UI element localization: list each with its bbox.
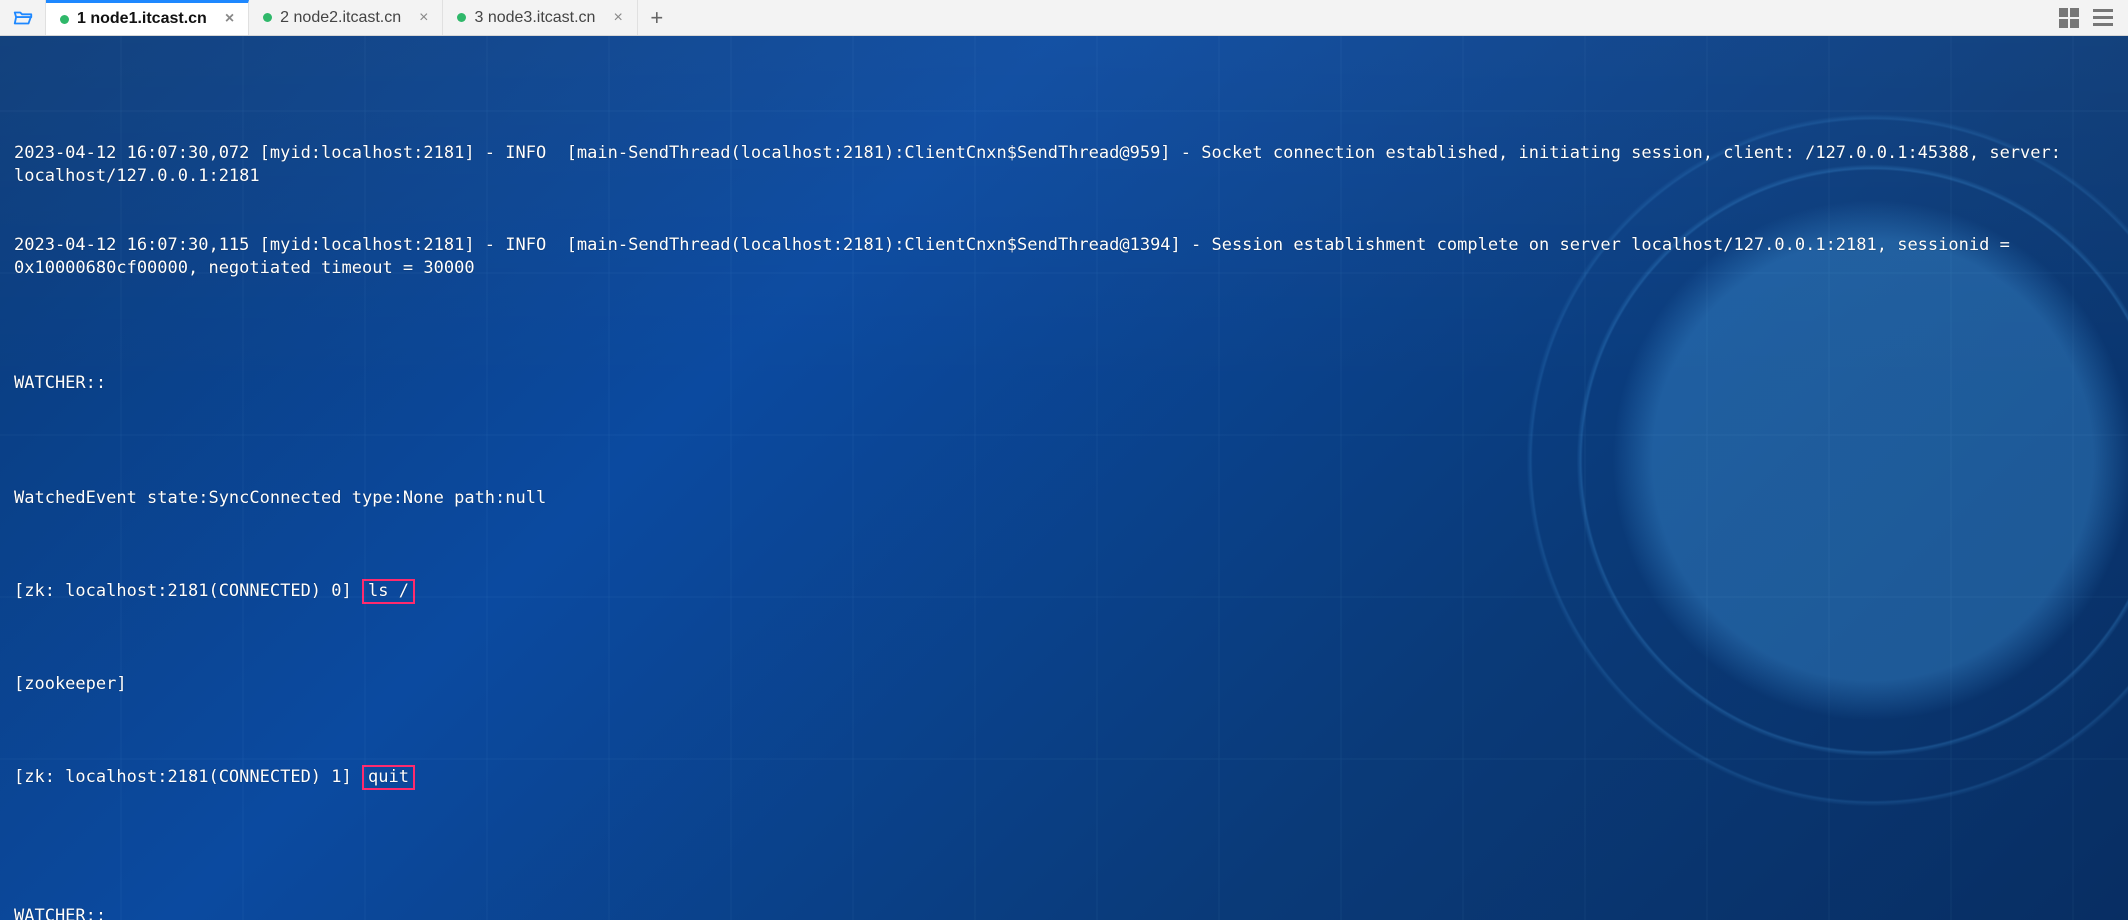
close-tab-icon[interactable]: × <box>613 10 622 26</box>
tab-label: 1 node1.itcast.cn <box>77 10 207 28</box>
prompt-prefix: [zk: localhost:2181(CONNECTED) 1] <box>14 767 362 787</box>
new-tab-button[interactable]: + <box>638 0 676 35</box>
folder-open-icon <box>12 7 34 29</box>
prompt-line: [zk: localhost:2181(CONNECTED) 0] ls / <box>14 579 2114 604</box>
highlighted-command-ls: ls / <box>362 579 415 604</box>
tabbar-right <box>2058 0 2128 35</box>
log-line: WATCHER:: <box>14 905 2114 920</box>
terminal[interactable]: 2023-04-12 16:07:30,072 [myid:localhost:… <box>0 36 2128 920</box>
log-line: WatchedEvent state:SyncConnected type:No… <box>14 487 2114 510</box>
prompt-line: [zk: localhost:2181(CONNECTED) 1] quit <box>14 765 2114 790</box>
log-line: WATCHER:: <box>14 372 2114 395</box>
log-line: 2023-04-12 16:07:30,072 [myid:localhost:… <box>14 142 2114 188</box>
log-line: 2023-04-12 16:07:30,115 [myid:localhost:… <box>14 234 2114 280</box>
highlighted-command-quit: quit <box>362 765 415 790</box>
close-tab-icon[interactable]: × <box>419 10 428 26</box>
tab-label: 3 node3.itcast.cn <box>474 9 595 27</box>
tab-node2[interactable]: 2 node2.itcast.cn × <box>249 0 443 35</box>
tab-node3[interactable]: 3 node3.itcast.cn × <box>443 0 637 35</box>
hamburger-menu-icon[interactable] <box>2092 7 2114 29</box>
log-line: [zookeeper] <box>14 673 2114 696</box>
tab-label: 2 node2.itcast.cn <box>280 9 401 27</box>
tabs-container: 1 node1.itcast.cn × 2 node2.itcast.cn × … <box>46 0 676 35</box>
layout-grid-icon[interactable] <box>2058 7 2080 29</box>
status-dot-icon <box>263 13 272 22</box>
prompt-prefix: [zk: localhost:2181(CONNECTED) 0] <box>14 581 362 601</box>
tab-bar: 1 node1.itcast.cn × 2 node2.itcast.cn × … <box>0 0 2128 36</box>
open-folder-button[interactable] <box>0 0 46 35</box>
status-dot-icon <box>60 15 69 24</box>
close-tab-icon[interactable]: × <box>225 11 234 27</box>
status-dot-icon <box>457 13 466 22</box>
tab-node1[interactable]: 1 node1.itcast.cn × <box>46 0 249 35</box>
